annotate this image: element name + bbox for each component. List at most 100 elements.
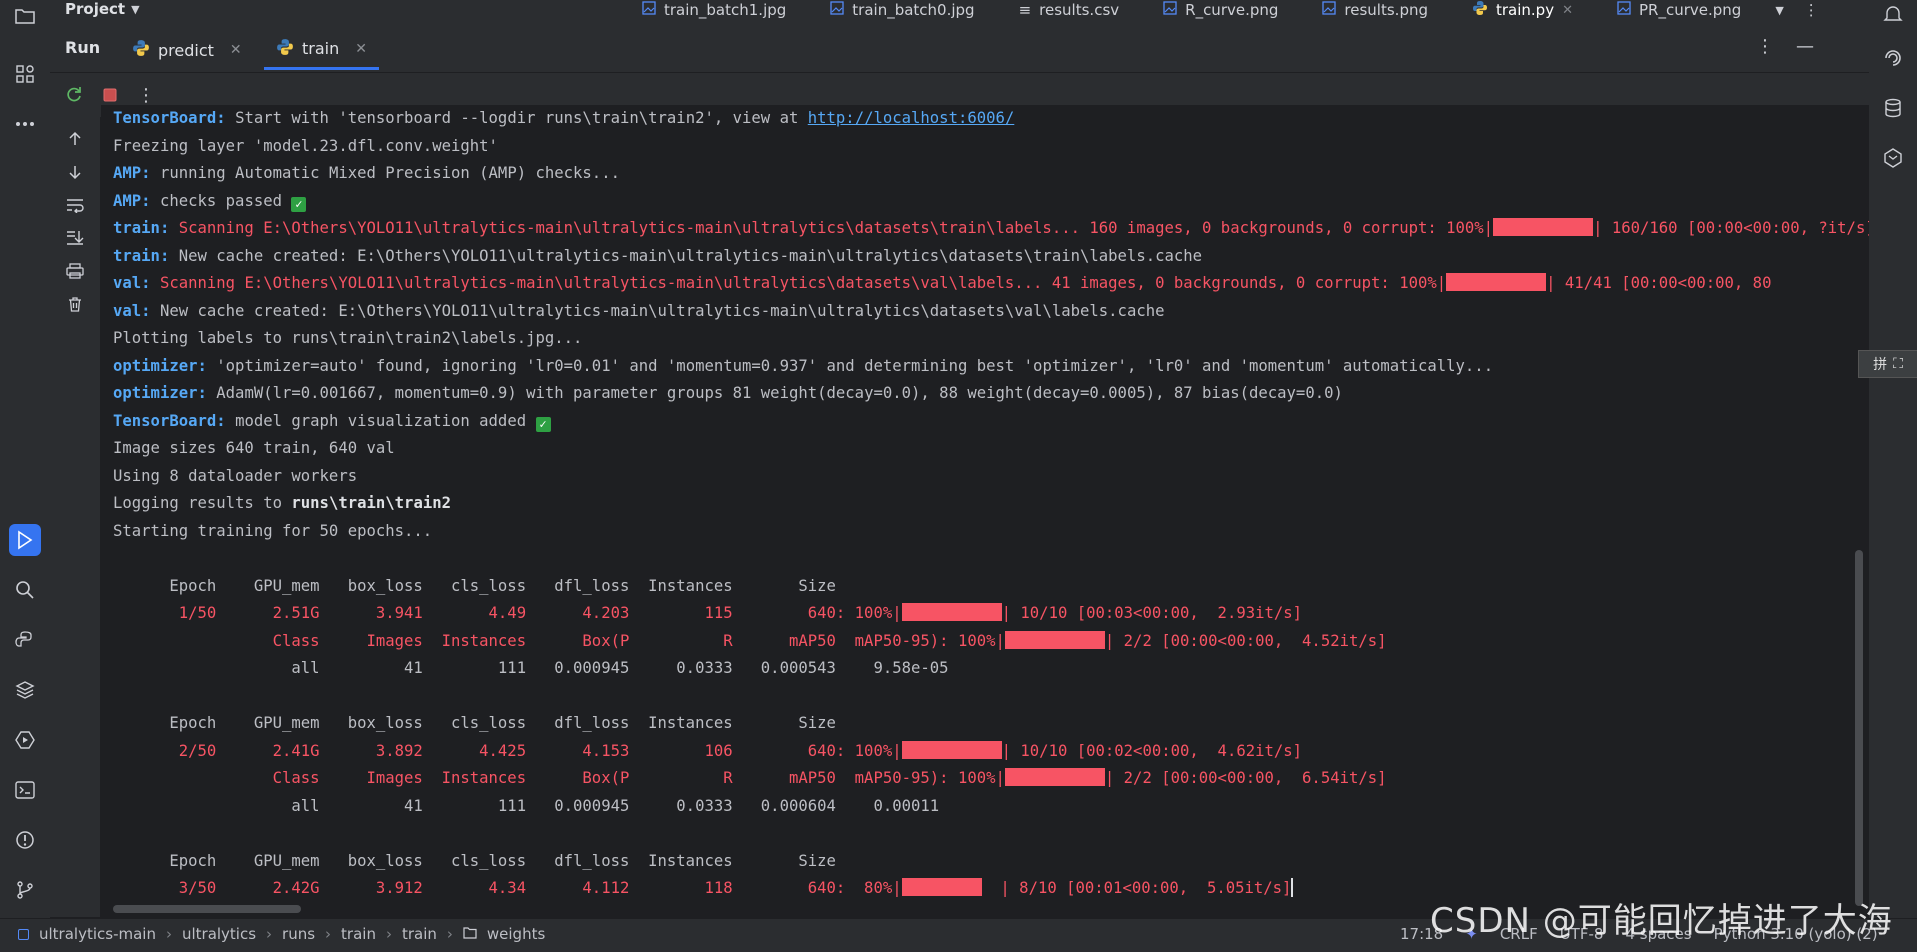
csv-file-icon: ≡ <box>1018 1 1032 19</box>
console-text: 'optimizer=auto' found, ignoring 'lr0=0.… <box>216 356 1494 375</box>
breadcrumb-item[interactable]: ultralytics-main <box>39 925 156 943</box>
editor-tab-train-batch1[interactable]: train_batch1.jpg <box>620 0 808 20</box>
console-line: optimizer: 'optimizer=auto' found, ignor… <box>113 353 1869 381</box>
plugin-icon[interactable] <box>1879 144 1907 172</box>
console-prefix: train: <box>113 219 179 237</box>
console-text: | 160/160 [00:00<00:00, ?it/s] <box>1593 219 1869 237</box>
run-tool-icon[interactable] <box>9 524 41 556</box>
editor-tab-label: train_batch1.jpg <box>664 1 787 19</box>
scroll-to-end-icon[interactable] <box>65 228 85 248</box>
breadcrumb: ultralytics-main › ultralytics › runs › … <box>18 925 545 943</box>
console-line: Using 8 dataloader workers <box>113 463 1869 491</box>
console-text: AdamW(lr=0.001667, momentum=0.9) with pa… <box>216 384 1343 402</box>
notifications-bell-icon[interactable] <box>1879 0 1907 28</box>
console-line: Starting training for 50 epochs... <box>113 518 1869 546</box>
console-line: AMP: checks passed ✓ <box>113 188 1869 216</box>
ime-indicator[interactable]: 拼 ⛶ <box>1858 350 1917 378</box>
image-file-icon <box>830 1 844 19</box>
console-line: Epoch GPU_mem box_loss cls_loss dfl_loss… <box>113 573 1869 601</box>
breadcrumb-item[interactable]: weights <box>487 925 545 943</box>
minimize-icon[interactable]: — <box>1796 36 1814 57</box>
progress-bar <box>1004 768 1105 786</box>
console-link[interactable]: http://localhost:6006/ <box>808 109 1015 127</box>
breadcrumb-item[interactable]: train <box>341 925 376 943</box>
structure-icon[interactable] <box>9 58 41 90</box>
more-vertical-icon[interactable]: ⋮ <box>1804 1 1819 19</box>
vertical-scrollbar[interactable] <box>1855 550 1863 906</box>
console-text: Starting training for 50 epochs... <box>113 521 433 540</box>
breadcrumb-item[interactable]: runs <box>282 925 315 943</box>
services-icon[interactable] <box>9 724 41 756</box>
trash-icon[interactable] <box>65 294 85 314</box>
python-console-icon[interactable] <box>9 624 41 656</box>
arrow-down-icon[interactable] <box>65 162 85 182</box>
console-text: | 10/10 [00:03<00:00, 2.93it/s] <box>1001 604 1303 622</box>
check-mark-icon: ✓ <box>291 196 307 212</box>
editor-tab-label: train.py <box>1496 1 1555 19</box>
stop-icon[interactable] <box>100 85 120 105</box>
console-prefix: val: <box>113 301 160 320</box>
terminal-icon[interactable] <box>9 774 41 806</box>
rerun-icon[interactable] <box>64 85 84 105</box>
python-run-config-icon <box>132 39 150 61</box>
editor-tab-pr-curve[interactable]: PR_curve.png <box>1595 0 1763 20</box>
breadcrumb-item[interactable]: train <box>402 925 437 943</box>
console-prefix: TensorBoard: <box>113 411 236 430</box>
run-tab-predict[interactable]: predict ✕ <box>132 30 242 70</box>
editor-tab-train-batch0[interactable]: train_batch0.jpg <box>808 0 996 20</box>
folder-icon[interactable] <box>9 0 41 32</box>
chevron-down-icon[interactable]: ▼ <box>1775 4 1783 17</box>
more-tools-icon[interactable] <box>9 108 41 140</box>
console-text: Class Images Instances Box(P R mAP50 mAP… <box>113 631 1005 650</box>
project-view-selector[interactable]: Project ▼ <box>65 0 140 18</box>
python-run-config-icon <box>276 38 294 60</box>
editor-tab-train-py[interactable]: train.py ✕ <box>1450 0 1595 20</box>
search-icon[interactable] <box>9 574 41 606</box>
close-tab-icon[interactable]: ✕ <box>1562 3 1573 18</box>
more-vertical-icon[interactable]: ⋮ <box>1756 36 1774 57</box>
console-text: 2/50 2.41G 3.892 4.425 4.153 106 640: 10… <box>113 741 902 760</box>
git-branch-icon[interactable] <box>9 874 41 906</box>
run-tab-train[interactable]: train ✕ <box>264 30 379 70</box>
layers-icon[interactable] <box>9 674 41 706</box>
python-file-icon <box>1472 0 1488 20</box>
editor-tab-label: results.png <box>1344 1 1428 19</box>
console-text: Freezing layer 'model.23.dfl.conv.weight… <box>113 136 498 155</box>
editor-tab-label: PR_curve.png <box>1639 1 1742 19</box>
console-text: Using 8 dataloader workers <box>113 466 358 485</box>
arrow-up-icon[interactable] <box>65 129 85 149</box>
problems-icon[interactable] <box>9 824 41 856</box>
project-label: Project <box>65 0 126 18</box>
progress-bar <box>901 740 1002 759</box>
close-tab-icon[interactable]: ✕ <box>230 42 242 58</box>
soft-wrap-icon[interactable] <box>65 195 85 215</box>
console-line: TensorBoard: Start with 'tensorboard --l… <box>113 105 1869 133</box>
console-line: 2/50 2.41G 3.892 4.425 4.153 106 640: 10… <box>113 738 1869 766</box>
console-prefix: AMP: <box>113 164 160 182</box>
close-tab-icon[interactable]: ✕ <box>355 41 367 57</box>
more-vertical-icon[interactable]: ⋮ <box>136 85 156 106</box>
horizontal-scrollbar[interactable] <box>113 905 301 913</box>
breadcrumb-item[interactable]: ultralytics <box>182 925 256 943</box>
editor-tab-r-curve[interactable]: R_curve.png <box>1141 0 1300 20</box>
console-text: Epoch GPU_mem box_loss cls_loss dfl_loss… <box>113 851 836 870</box>
console-text: New cache created: E:\Others\YOLO11\ultr… <box>178 246 1203 265</box>
chevron-right-icon: › <box>446 925 453 943</box>
console-text: running Automatic Mixed Precision (AMP) … <box>159 164 620 182</box>
console-prefix: optimizer: <box>113 356 217 375</box>
console-text: Image sizes 640 train, 640 val <box>113 439 395 457</box>
right-tool-window-strip <box>1869 0 1917 951</box>
console-prefix: train: <box>113 246 179 265</box>
console-line: val: Scanning E:\Others\YOLO11\ultralyti… <box>113 270 1869 298</box>
print-icon[interactable] <box>65 261 85 281</box>
editor-tab-results-csv[interactable]: ≡ results.csv <box>997 0 1142 20</box>
console-text: Scanning E:\Others\YOLO11\ultralytics-ma… <box>159 274 1447 292</box>
database-icon[interactable] <box>1879 94 1907 122</box>
console-text: all 41 111 0.000945 0.0333 0.000604 0.00… <box>113 796 940 815</box>
chevron-right-icon: › <box>385 925 392 943</box>
ai-assistant-icon[interactable] <box>1879 44 1907 72</box>
console-text: | 2/2 [00:00<00:00, 4.52it/s] <box>1104 631 1387 650</box>
console-output[interactable]: TensorBoard: Start with 'tensorboard --l… <box>101 105 1869 905</box>
editor-tab-results-png[interactable]: results.png <box>1300 0 1450 20</box>
